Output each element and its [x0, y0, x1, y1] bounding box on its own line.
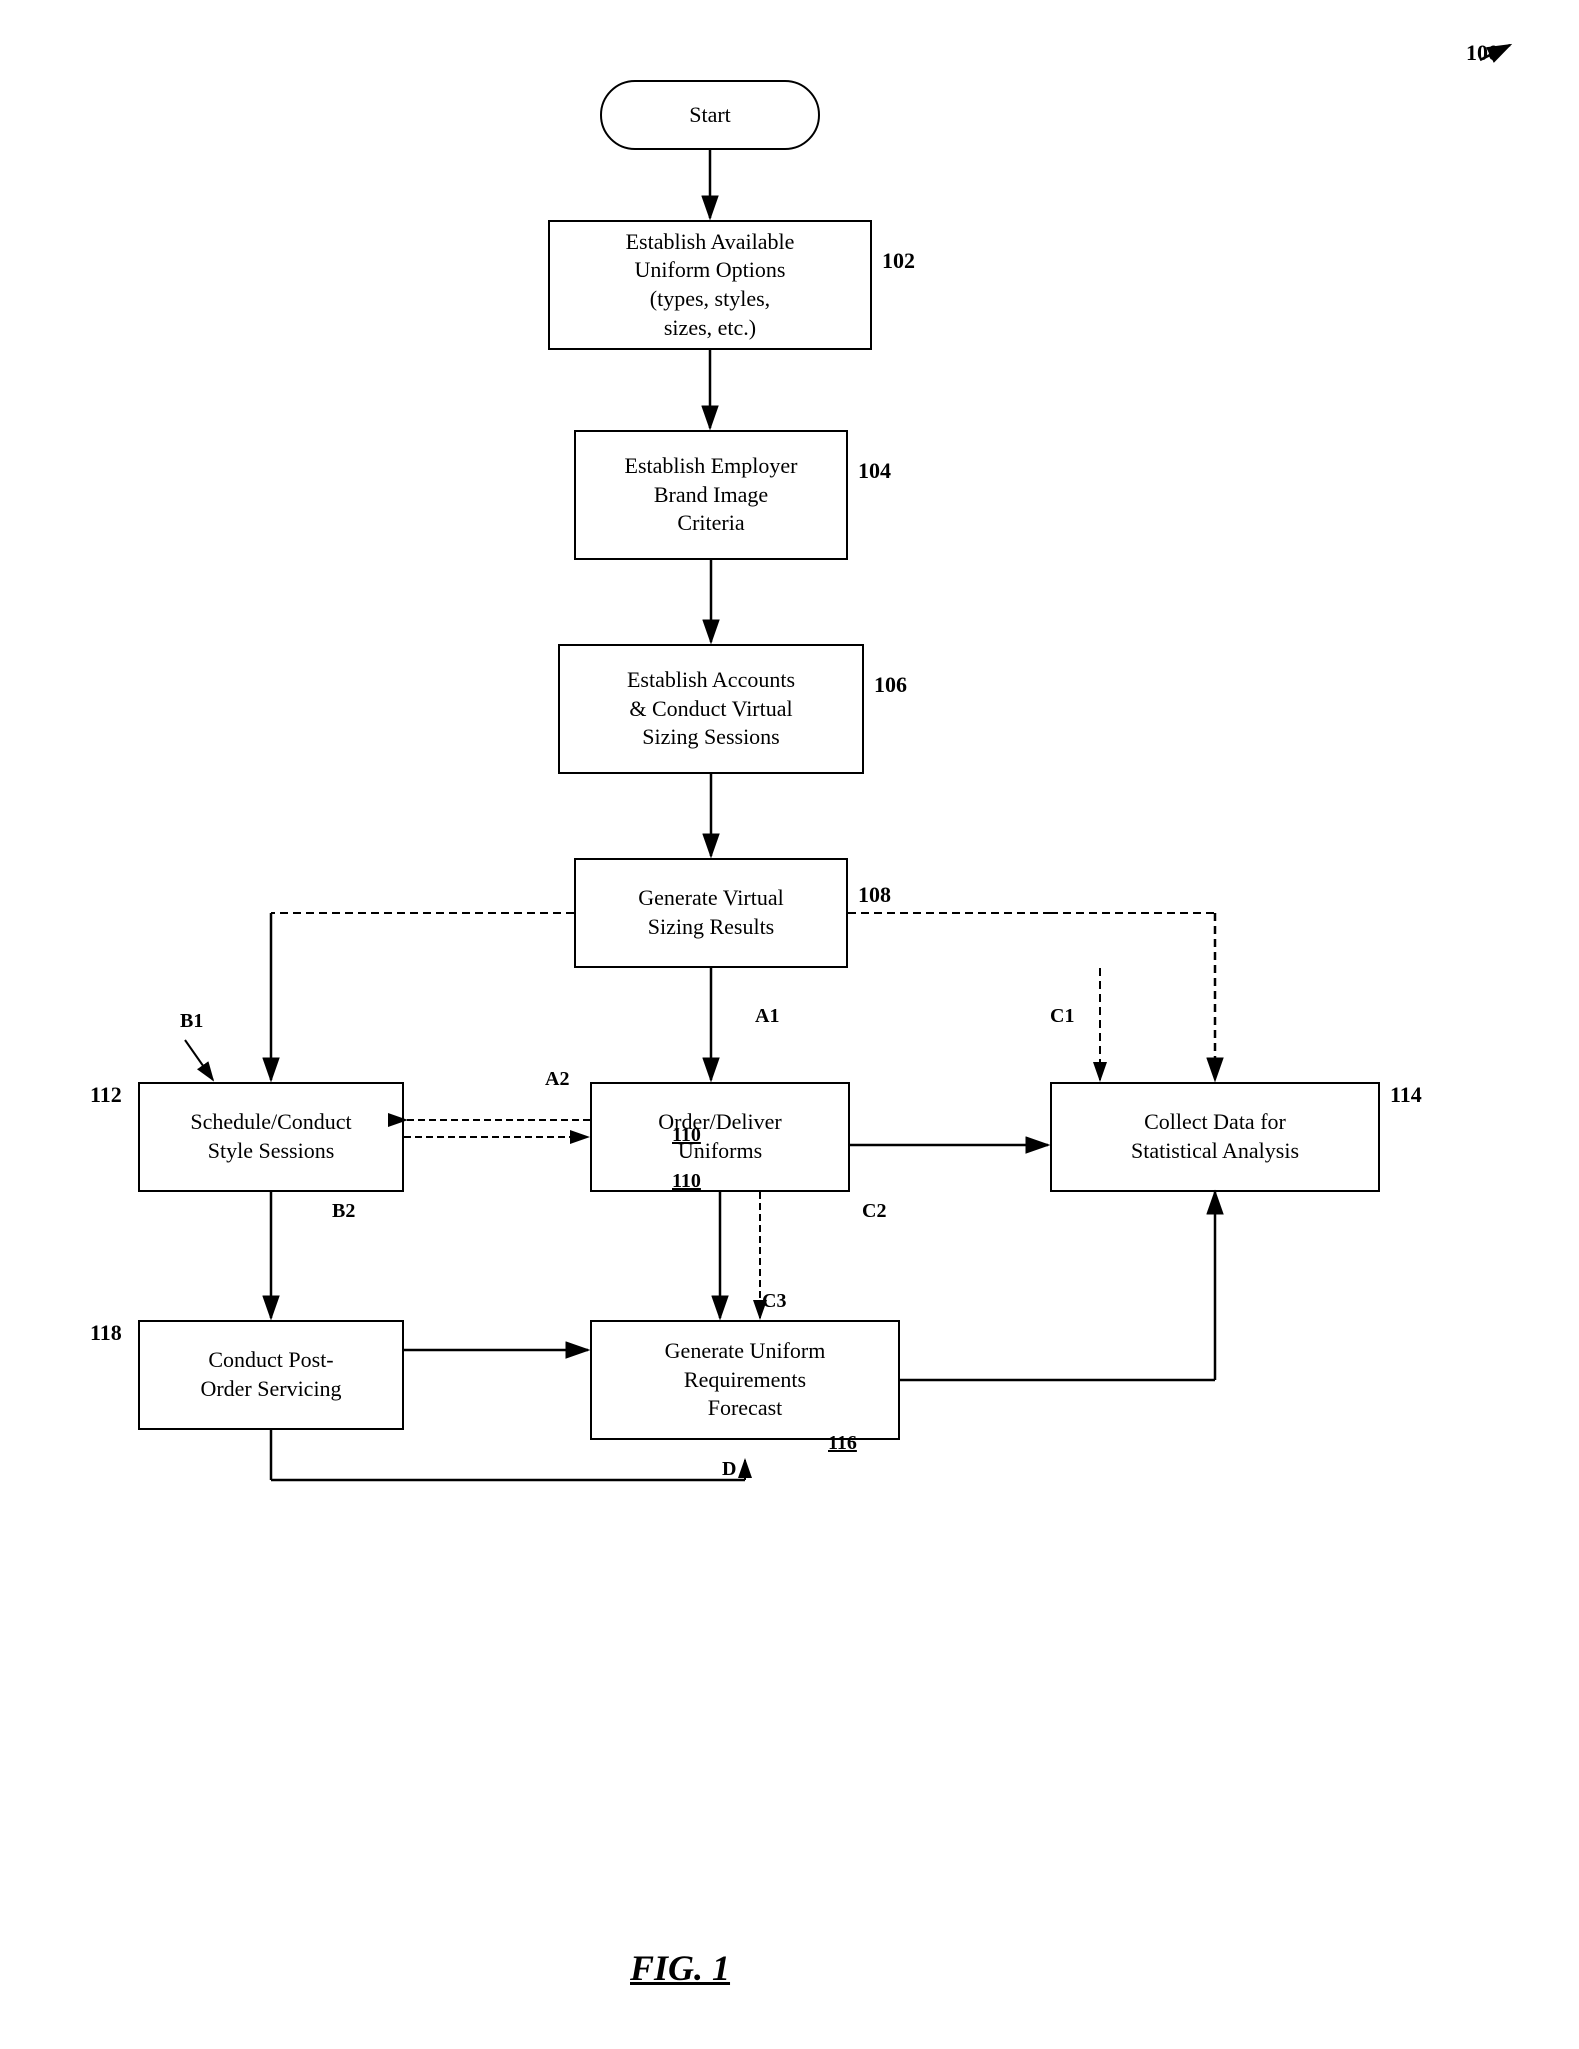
label-C3: C3 — [762, 1290, 786, 1313]
box-104: Establish EmployerBrand ImageCriteria — [574, 430, 848, 560]
box-110: Order/DeliverUniforms — [590, 1082, 850, 1192]
label-A1: A1 — [755, 1005, 779, 1028]
box-106: Establish Accounts& Conduct VirtualSizin… — [558, 644, 864, 774]
box-102: Establish AvailableUniform Options(types… — [548, 220, 872, 350]
label-A2: A2 — [545, 1068, 569, 1091]
box-118: Conduct Post-Order Servicing — [138, 1320, 404, 1430]
ref-102: 102 — [882, 248, 915, 274]
ref-112: 112 — [90, 1082, 122, 1108]
box-114: Collect Data forStatistical Analysis — [1050, 1082, 1380, 1192]
ref-100: 100 — [1466, 40, 1499, 66]
diagram-container: 100 Start Establish AvailableUniform Opt… — [0, 0, 1579, 2049]
label-C2: C2 — [862, 1200, 886, 1223]
label-B2: B2 — [332, 1200, 355, 1223]
ref-110-underline: 110 — [672, 1170, 701, 1193]
ref-108: 108 — [858, 882, 891, 908]
ref-114: 114 — [1390, 1082, 1422, 1108]
fig-label: FIG. 1 — [630, 1947, 730, 1989]
box-112: Schedule/ConductStyle Sessions — [138, 1082, 404, 1192]
ref-118: 118 — [90, 1320, 122, 1346]
start-box: Start — [600, 80, 820, 150]
ref-104: 104 — [858, 458, 891, 484]
box-116: Generate UniformRequirementsForecast — [590, 1320, 900, 1440]
ref-116-underline: 116 — [828, 1432, 857, 1455]
box-108: Generate VirtualSizing Results — [574, 858, 848, 968]
ref-110: 110 — [672, 1124, 701, 1147]
label-D: D — [722, 1458, 736, 1481]
ref-106: 106 — [874, 672, 907, 698]
label-B1: B1 — [180, 1010, 203, 1033]
label-C1: C1 — [1050, 1005, 1074, 1028]
